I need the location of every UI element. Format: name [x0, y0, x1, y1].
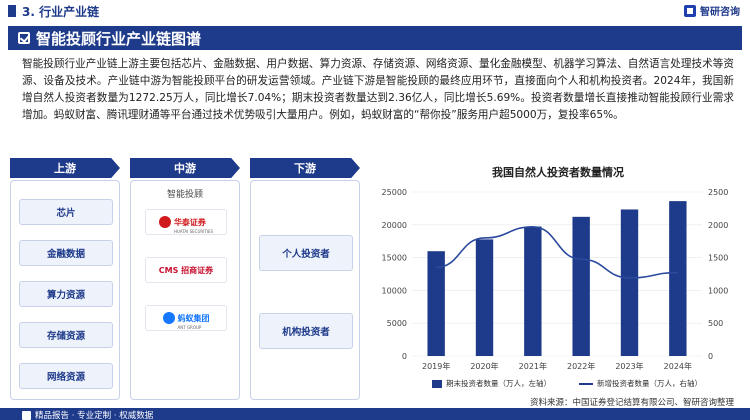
logo-texts: 华泰证券 HUATAI SECURITIES	[174, 210, 213, 234]
y-right-tick-label: 1000	[708, 286, 728, 295]
bar	[572, 216, 590, 356]
brand-name: 智研咨询	[700, 7, 740, 18]
y-left-tick-label: 25000	[382, 188, 407, 197]
bar	[669, 201, 687, 356]
page-title: 智能投顾行业产业链图谱	[36, 29, 202, 48]
investor-chart: 0 5000 10000 15000 20000 25000 0 500 1000 1500 200…	[372, 178, 744, 400]
y-left-tick-label: 0	[402, 352, 407, 361]
y-left-tick-label: 20000	[382, 221, 407, 230]
footer-slogan: 精品报告 · 专业定制 · 权威数据	[22, 409, 153, 420]
legend-item-bar: 期末投资者数量（万人，左轴）	[432, 378, 551, 389]
x-tick-label: 2020年	[470, 361, 498, 371]
x-tick-label: 2022年	[567, 361, 595, 371]
x-tick-label: 2021年	[519, 361, 547, 371]
huatai-logo-icon	[158, 216, 171, 228]
logo-text: 蚂蚁集团	[177, 314, 210, 323]
y-right-tick-label: 1500	[708, 254, 728, 263]
section-title: 3. 行业产业链	[22, 5, 100, 19]
bar	[524, 226, 542, 356]
upstream-item: 金融数据	[19, 240, 113, 266]
series-line	[436, 225, 678, 279]
logo-text: CMS 招商证券	[158, 265, 214, 275]
y-right-tick-label: 2500	[708, 188, 728, 197]
logo-subtext: ANT GROUP	[177, 325, 202, 330]
y-left-tick-label: 5000	[387, 319, 407, 328]
footer-logo-icon	[22, 410, 31, 420]
upstream-item: 存储资源	[19, 322, 113, 348]
legend-label: 新增投资者数量（万人，右轴）	[597, 379, 702, 388]
chart-svg: 0 5000 10000 15000 20000 25000 0 500 1000 1500 200…	[382, 188, 729, 371]
legend-label: 期末投资者数量（万人，左轴）	[446, 379, 551, 388]
bar	[620, 209, 639, 356]
logo-texts: 蚂蚁集团 ANT GROUP	[178, 306, 210, 330]
intro-paragraph: 智能投顾行业产业链上游主要包括芯片、金融数据、用户数据、算力资源、存储资源、网络…	[22, 58, 734, 121]
industry-chain-diagram: 上游 芯片 金融数据 算力资源 存储资源 网络资源 中游 智能投顾 华泰证券 H…	[10, 158, 360, 400]
section-marker	[8, 5, 16, 17]
ant-group-logo: 蚂蚁集团 ANT GROUP	[145, 305, 227, 331]
top-bar: 3. 行业产业链 智研咨询	[0, 0, 750, 22]
logo-text: 华泰证券	[173, 218, 206, 227]
footer-slogan-text: 精品报告 · 专业定制 · 权威数据	[35, 411, 154, 420]
logo-subtext: HUATAI SECURITIES	[173, 229, 214, 234]
x-tick-label: 2023年	[615, 361, 643, 371]
y-left-tick-label: 15000	[382, 254, 407, 263]
x-tick-label: 2019年	[422, 361, 450, 371]
title-banner: 智能投顾行业产业链图谱	[8, 26, 742, 50]
y-right-tick-label: 2000	[708, 221, 728, 230]
y-left-tick-label: 10000	[382, 286, 407, 295]
brand-logo-icon	[684, 4, 696, 17]
upstream-item: 芯片	[19, 199, 113, 225]
midstream-header: 中游	[130, 158, 240, 178]
bar	[475, 239, 494, 356]
legend-line-swatch	[579, 382, 593, 385]
y-right-tick-label: 500	[708, 319, 723, 328]
downstream-panel: 个人投资者 机构投资者	[250, 180, 360, 400]
cms-securities-logo: CMS 招商证券	[145, 257, 227, 283]
y-right-tick-label: 0	[708, 352, 713, 361]
chart-legend: 期末投资者数量（万人，左轴） 新增投资者数量（万人，右轴）	[432, 378, 702, 389]
huatai-securities-logo: 华泰证券 HUATAI SECURITIES	[145, 209, 227, 235]
legend-item-line: 新增投资者数量（万人，右轴）	[579, 378, 702, 389]
downstream-item: 个人投资者	[259, 235, 353, 271]
midstream-panel: 智能投顾 华泰证券 HUATAI SECURITIES CMS 招商证券 蚂蚁集…	[130, 180, 240, 400]
legend-bar-swatch	[432, 379, 442, 388]
upstream-item: 网络资源	[19, 363, 113, 389]
ant-logo-icon	[162, 312, 175, 324]
midstream-label: 智能投顾	[166, 190, 203, 200]
upstream-item: 算力资源	[19, 281, 113, 307]
source-note: 资料来源：中国证券登记结算有限公司、智研咨询整理	[529, 398, 734, 408]
upstream-panel: 芯片 金融数据 算力资源 存储资源 网络资源	[10, 180, 120, 400]
check-icon	[18, 32, 30, 44]
downstream-header: 下游	[250, 158, 360, 178]
upstream-header: 上游	[10, 158, 120, 178]
downstream-item: 机构投资者	[259, 313, 353, 349]
x-tick-label: 2024年	[664, 361, 692, 371]
brand: 智研咨询	[684, 3, 740, 18]
